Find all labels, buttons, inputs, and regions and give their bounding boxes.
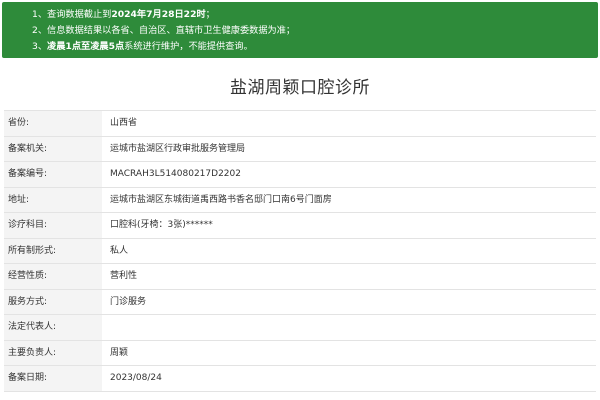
notice-line-3: 3、凌晨1点至凌晨5点系统进行维护，不能提供查询。 xyxy=(32,39,598,55)
row-label: 诊疗科目: xyxy=(4,213,102,238)
table-row: 法定代表人: xyxy=(4,315,596,341)
row-label: 经营性质: xyxy=(4,264,102,289)
row-value: 门诊服务 xyxy=(110,296,147,307)
notice-line-2: 2、信息数据结果以各省、自治区、直辖市卫生健康委数据为准； xyxy=(32,23,598,39)
row-value: 私人 xyxy=(110,245,129,256)
row-label: 省份: xyxy=(4,111,102,136)
row-value: 运城市盐湖区行政审批服务管理局 xyxy=(110,143,246,154)
table-row: 备案日期: 2023/08/24 xyxy=(4,366,596,392)
table-row: 地址: 运城市盐湖区东城街道禹西路书香名邸门口南6号门面房 xyxy=(4,187,596,213)
page-title: 盐湖周颖口腔诊所 xyxy=(230,78,370,98)
table-row: 经营性质: 营利性 xyxy=(4,264,596,290)
row-value: 周颖 xyxy=(110,347,129,358)
row-label: 服务方式: xyxy=(4,289,102,314)
row-value: 营利性 xyxy=(110,271,138,281)
row-value: 2023/08/24 xyxy=(110,373,162,383)
table-row: 省份: 山西省 xyxy=(4,111,596,137)
notice-banner: 1、查询数据截止到2024年7月28日22时； 2、信息数据结果以各省、自治区、… xyxy=(2,2,598,58)
row-label: 备案机关: xyxy=(4,136,102,161)
table-row: 服务方式: 门诊服务 xyxy=(4,289,596,315)
table-row: 主要负责人: 周颖 xyxy=(4,340,596,366)
notice-date: 2024年7月28日22时 xyxy=(111,9,206,20)
row-value: 运城市盐湖区东城街道禹西路书香名邸门口南6号门面房 xyxy=(110,194,332,205)
row-label: 法定代表人: xyxy=(4,315,102,340)
row-label: 所有制形式: xyxy=(4,238,102,263)
table-row: 所有制形式: 私人 xyxy=(4,238,596,264)
table-row: 诊疗科目: 口腔科(牙椅：3张)****** xyxy=(4,213,596,239)
row-label: 地址: xyxy=(4,187,102,212)
row-label: 备案日期: xyxy=(4,366,102,391)
notice-line-1: 1、查询数据截止到2024年7月28日22时； xyxy=(32,7,598,23)
notice-maintenance-time: 凌晨1点至凌晨5点 xyxy=(47,41,125,52)
notice-text: 系统进行维护，不能提供查询。 xyxy=(124,41,253,52)
notice-text: ； xyxy=(205,9,215,20)
table-row: 备案编号: MACRAH3L514080217D2202 xyxy=(4,162,596,188)
table-row: 备案机关: 运城市盐湖区行政审批服务管理局 xyxy=(4,136,596,162)
row-value: 口腔科(牙椅：3张)****** xyxy=(110,220,213,230)
notice-text: 3、 xyxy=(32,41,48,52)
notice-text: 2、信息数据结果以各省、自治区、直辖市卫生健康委数据为准； xyxy=(32,25,296,36)
row-label: 备案编号: xyxy=(4,162,102,187)
row-value: MACRAH3L514080217D2202 xyxy=(110,169,241,179)
notice-text: 1、查询数据截止到 xyxy=(32,9,112,20)
info-table: 省份: 山西省 备案机关: 运城市盐湖区行政审批服务管理局 备案编号: MACRAH3… xyxy=(4,110,596,392)
row-label: 主要负责人: xyxy=(4,340,102,365)
row-value: 山西省 xyxy=(110,118,138,128)
row-value xyxy=(102,315,596,340)
